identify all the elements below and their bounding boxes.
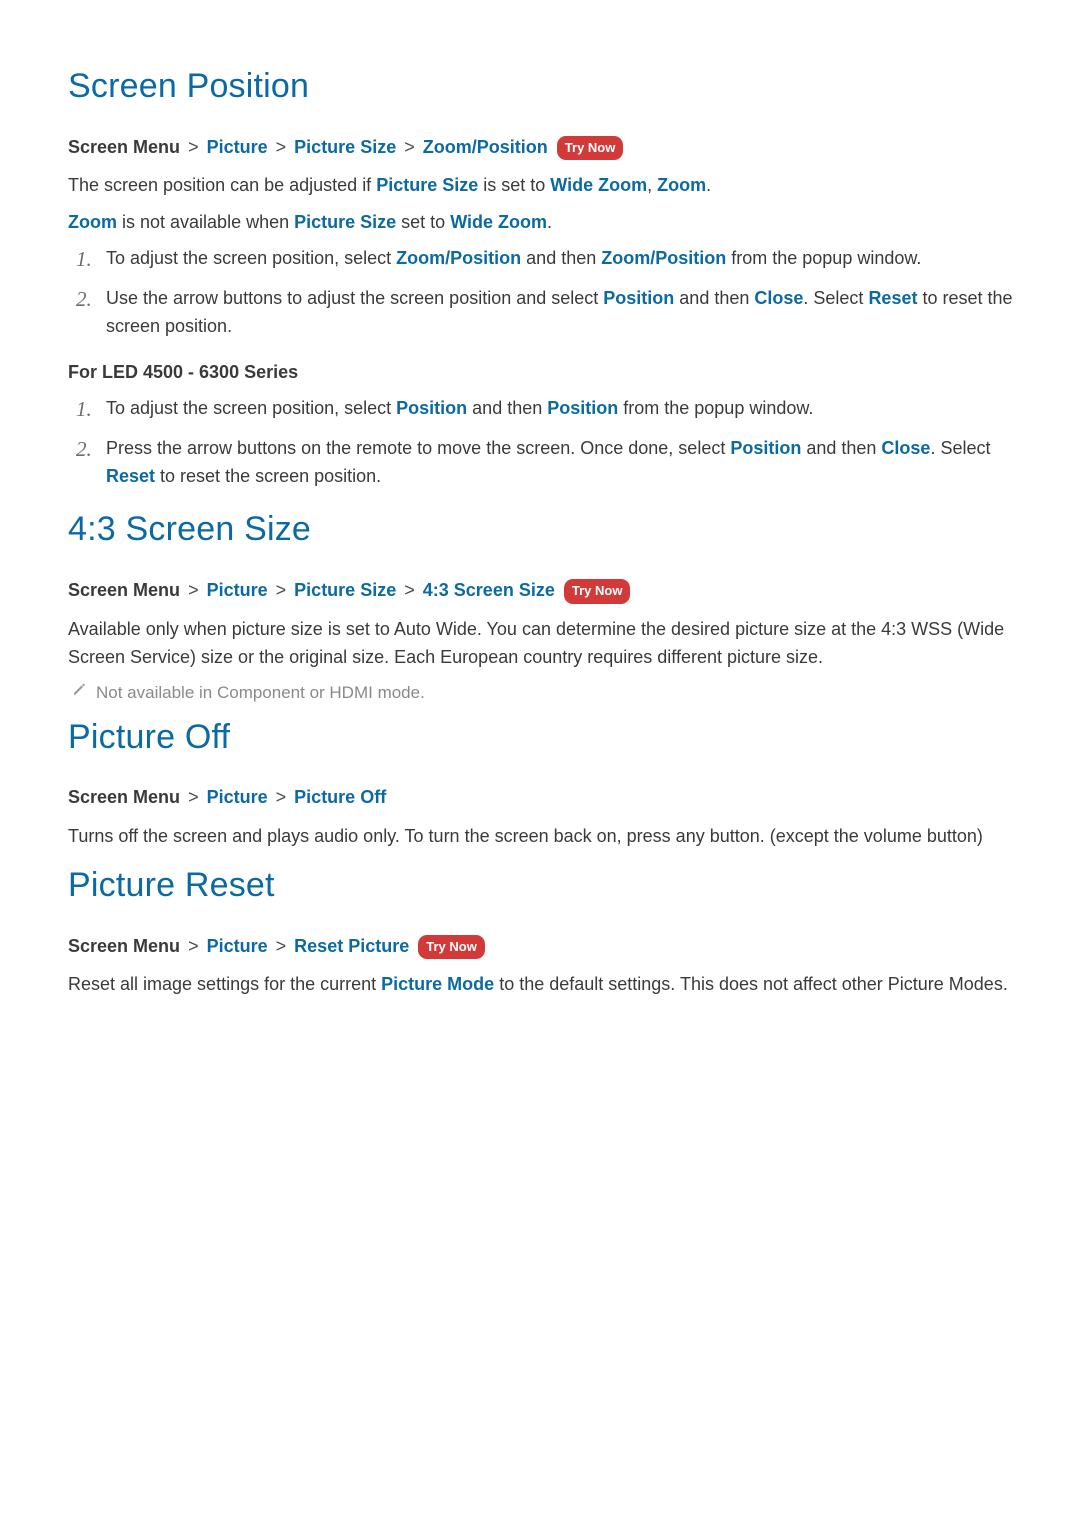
pencil-icon xyxy=(72,680,96,695)
breadcrumb-item: Picture xyxy=(207,580,268,600)
heading-picture-reset: Picture Reset xyxy=(68,859,1016,912)
note-text: Not available in Component or HDMI mode. xyxy=(96,680,425,706)
highlight-term: Reset xyxy=(106,466,155,486)
highlight-term: Zoom/Position xyxy=(601,248,726,268)
paragraph: Zoom is not available when Picture Size … xyxy=(68,208,1016,237)
highlight-term: Close xyxy=(881,438,930,458)
chevron-right-icon: > xyxy=(273,936,290,956)
heading-screen-position: Screen Position xyxy=(68,60,1016,113)
breadcrumb: Screen Menu > Picture > Reset Picture Tr… xyxy=(68,932,1016,961)
chevron-right-icon: > xyxy=(273,787,290,807)
list-item: 2. Use the arrow buttons to adjust the s… xyxy=(76,285,1016,341)
chevron-right-icon: > xyxy=(185,137,202,157)
highlight-term: Wide Zoom xyxy=(450,212,547,232)
breadcrumb-item: Picture Off xyxy=(294,787,386,807)
chevron-right-icon: > xyxy=(401,580,418,600)
highlight-term: Zoom xyxy=(68,212,117,232)
highlight-term: Position xyxy=(547,398,618,418)
breadcrumb-item: Picture Size xyxy=(294,137,396,157)
breadcrumb-item: Picture xyxy=(207,787,268,807)
paragraph: The screen position can be adjusted if P… xyxy=(68,171,1016,200)
highlight-term: Close xyxy=(754,288,803,308)
breadcrumb-root: Screen Menu xyxy=(68,936,180,956)
paragraph: Reset all image settings for the current… xyxy=(68,970,1016,999)
list-marker: 2. xyxy=(76,285,106,313)
highlight-term: Picture Size xyxy=(294,212,396,232)
try-now-badge[interactable]: Try Now xyxy=(564,579,631,604)
chevron-right-icon: > xyxy=(273,580,290,600)
subheading: For LED 4500 - 6300 Series xyxy=(68,359,1016,387)
paragraph: Available only when picture size is set … xyxy=(68,615,1016,673)
chevron-right-icon: > xyxy=(185,580,202,600)
chevron-right-icon: > xyxy=(185,787,202,807)
breadcrumb: Screen Menu > Picture > Picture Size > 4… xyxy=(68,576,1016,605)
highlight-term: Zoom xyxy=(657,175,706,195)
list-marker: 2. xyxy=(76,435,106,463)
try-now-badge[interactable]: Try Now xyxy=(418,935,485,960)
ordered-list: 1. To adjust the screen position, select… xyxy=(68,245,1016,341)
chevron-right-icon: > xyxy=(185,936,202,956)
list-item: 1. To adjust the screen position, select… xyxy=(76,245,1016,273)
highlight-term: Position xyxy=(603,288,674,308)
breadcrumb-root: Screen Menu xyxy=(68,137,180,157)
chevron-right-icon: > xyxy=(273,137,290,157)
highlight-term: Wide Zoom xyxy=(550,175,647,195)
highlight-term: Position xyxy=(396,398,467,418)
breadcrumb-root: Screen Menu xyxy=(68,787,180,807)
paragraph: Turns off the screen and plays audio onl… xyxy=(68,822,1016,851)
breadcrumb-item: Picture xyxy=(207,137,268,157)
highlight-term: Position xyxy=(730,438,801,458)
heading-picture-off: Picture Off xyxy=(68,711,1016,764)
breadcrumb-item: Picture xyxy=(207,936,268,956)
breadcrumb-item: Zoom/Position xyxy=(423,137,548,157)
highlight-term: Reset xyxy=(868,288,917,308)
highlight-term: Zoom/Position xyxy=(396,248,521,268)
breadcrumb-item: Reset Picture xyxy=(294,936,409,956)
try-now-badge[interactable]: Try Now xyxy=(557,136,624,161)
list-marker: 1. xyxy=(76,245,106,273)
heading-43-screen-size: 4:3 Screen Size xyxy=(68,503,1016,556)
highlight-term: Picture Mode xyxy=(381,974,494,994)
manual-page: Screen Position Screen Menu > Picture > … xyxy=(0,0,1080,1527)
list-marker: 1. xyxy=(76,395,106,423)
chevron-right-icon: > xyxy=(401,137,418,157)
list-item: 1. To adjust the screen position, select… xyxy=(76,395,1016,423)
note: Not available in Component or HDMI mode. xyxy=(72,680,1016,706)
breadcrumb: Screen Menu > Picture > Picture Size > Z… xyxy=(68,133,1016,162)
ordered-list: 1. To adjust the screen position, select… xyxy=(68,395,1016,491)
breadcrumb-item: Picture Size xyxy=(294,580,396,600)
list-item: 2. Press the arrow buttons on the remote… xyxy=(76,435,1016,491)
breadcrumb-root: Screen Menu xyxy=(68,580,180,600)
breadcrumb-item: 4:3 Screen Size xyxy=(423,580,555,600)
breadcrumb: Screen Menu > Picture > Picture Off xyxy=(68,783,1016,812)
highlight-term: Picture Size xyxy=(376,175,478,195)
